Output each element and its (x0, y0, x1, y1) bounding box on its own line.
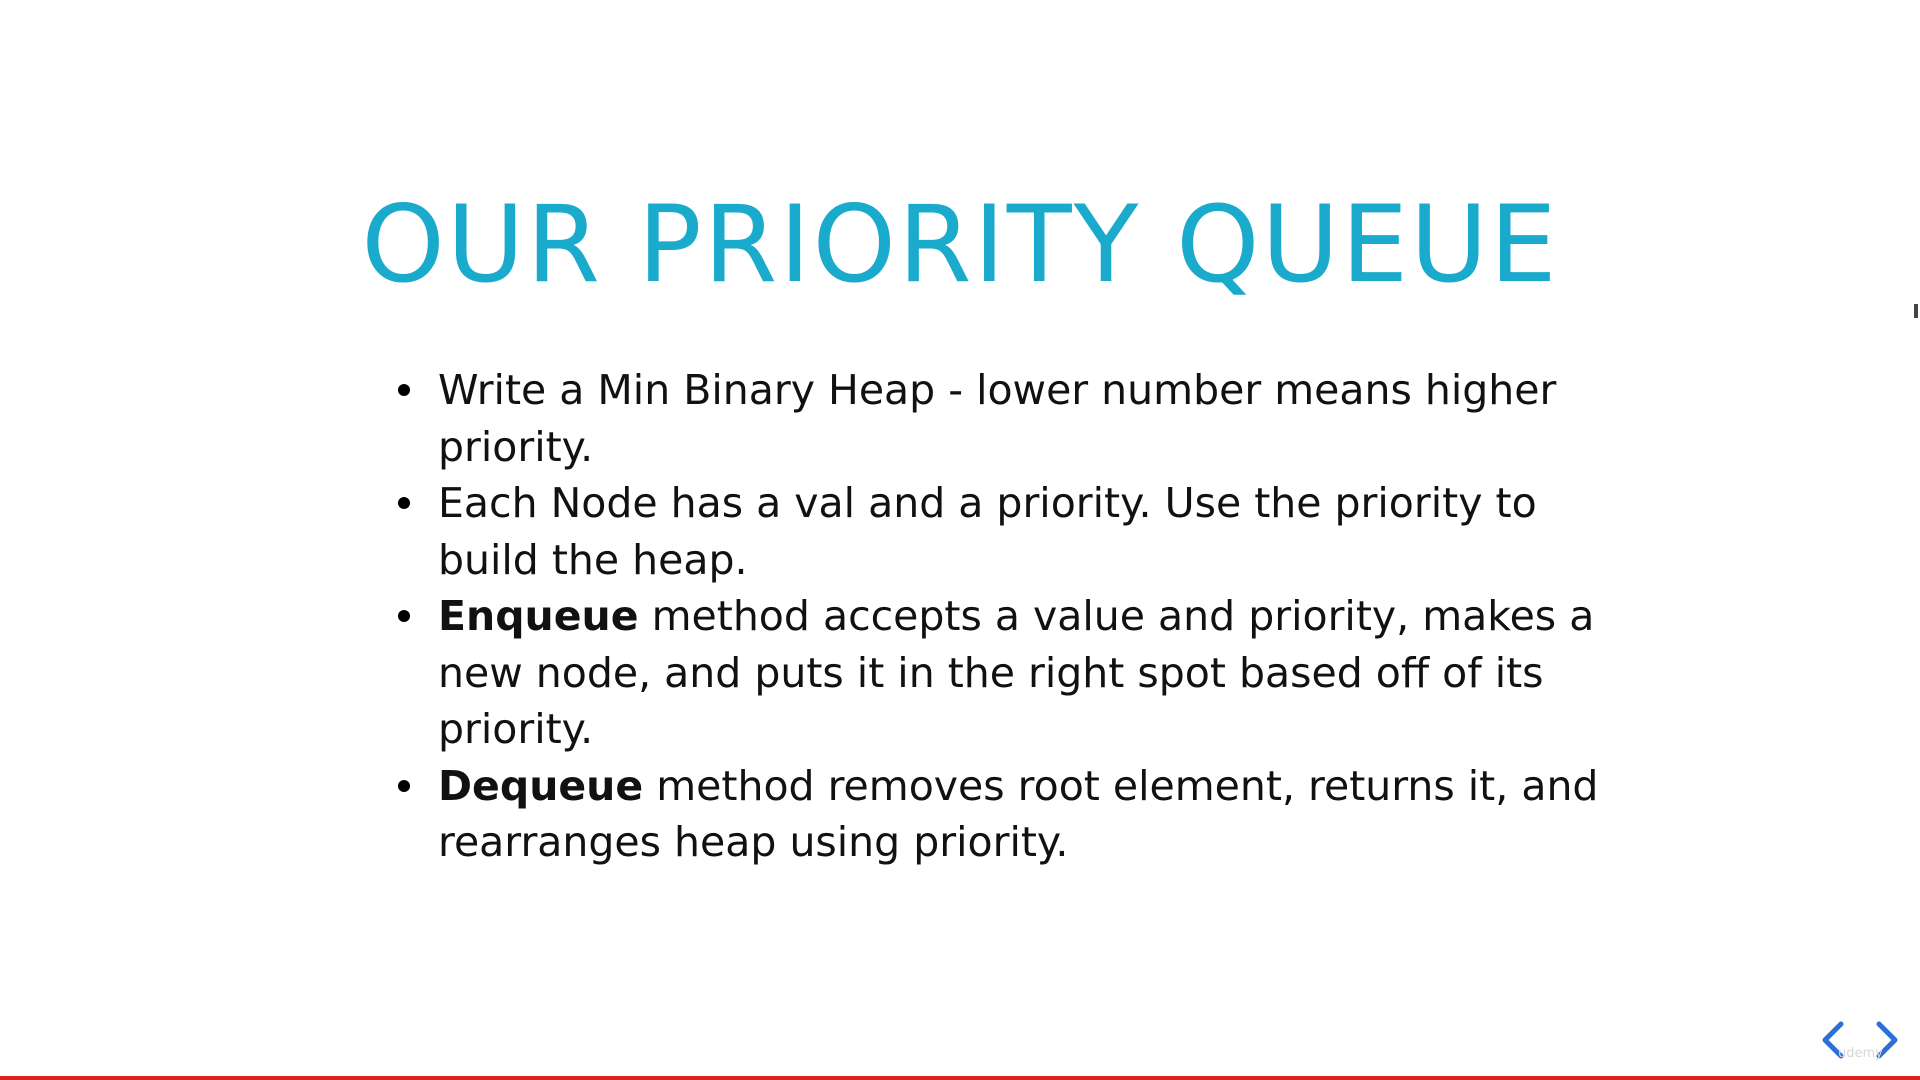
slide-title: OUR PRIORITY QUEUE (361, 183, 1559, 306)
bullet-lead-dequeue: Dequeue (438, 761, 644, 810)
udemy-watermark: udemy (1838, 1046, 1883, 1061)
bullet-item: Dequeue method removes root element, ret… (390, 758, 1630, 871)
bullet-lead-enqueue: Enqueue (438, 592, 639, 640)
bullet-item: Each Node has a val and a priority. Use … (390, 475, 1630, 588)
playback-progress-fill (0, 1076, 1920, 1080)
playback-progress-bar[interactable] (0, 1076, 1920, 1080)
bullet-list: Write a Min Binary Heap - lower number m… (390, 362, 1630, 871)
bullet-text: Write a Min Binary Heap - lower number m… (438, 366, 1557, 471)
edge-marker (1914, 304, 1918, 318)
slide: OUR PRIORITY QUEUE Write a Min Binary He… (0, 0, 1920, 1080)
bullet-item: Enqueue method accepts a value and prior… (390, 588, 1630, 758)
bullet-text: Each Node has a val and a priority. Use … (438, 479, 1537, 584)
bullet-item: Write a Min Binary Heap - lower number m… (390, 362, 1630, 475)
